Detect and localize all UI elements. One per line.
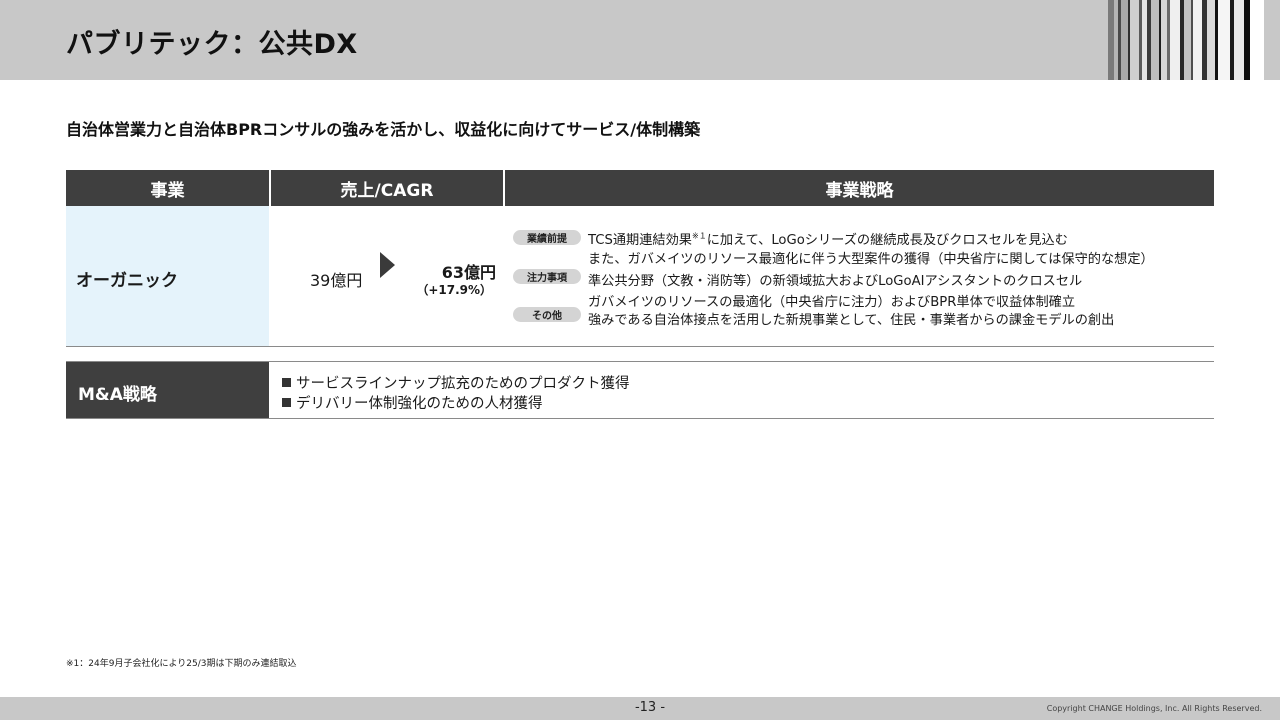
table-header-sales: 売上/CAGR	[271, 170, 503, 206]
barcode-decoration	[1108, 0, 1280, 80]
sales-cagr: （+17.9%）	[416, 283, 492, 297]
strategy-line-text: TCS通期連結効果	[588, 233, 692, 248]
page-header: パブリテック：公共DX	[0, 0, 1280, 80]
strategy-line: 準公共分野（文教・消防等）の新領域拡大およびLoGoAIアシスタントのクロスセル	[588, 274, 1083, 289]
strategy-line: ガバメイツのリソースの最適化（中央省庁に注力）およびBPR単体で収益体制確立	[588, 295, 1076, 310]
strategy-line: TCS通期連結効果※１に加えて、LoGoシリーズの継続成長及びクロスセルを見込む	[588, 229, 1068, 248]
square-bullet-icon	[282, 378, 291, 387]
tag-performance-premise: 業績前提	[513, 230, 581, 245]
footnote: ※1：24年9月子会社化により25/3期は下期のみ連結取込	[66, 659, 297, 669]
arrow-right-icon	[380, 252, 395, 278]
footnote-ref: ※１	[692, 231, 707, 241]
ma-label: M&A戦略	[78, 385, 157, 405]
strategy-line-text: に加えて、LoGoシリーズの継続成長及びクロスセルを見込む	[706, 233, 1068, 248]
strategy-line: 強みである自治体接点を活用した新規事業として、住民・事業者からの課金モデルの創出	[588, 313, 1115, 328]
sales-current: 39億円	[310, 271, 363, 290]
list-item: デリバリー体制強化のための人材獲得	[282, 392, 543, 413]
list-item: サービスラインナップ拡充のためのプロダクト獲得	[282, 372, 630, 393]
copyright: Copyright CHANGE Holdings, Inc. All Righ…	[1046, 704, 1262, 713]
organic-label: オーガニック	[76, 271, 178, 291]
ma-item-text: サービスラインナップ拡充のためのプロダクト獲得	[296, 376, 630, 392]
table-header-strategy: 事業戦略	[505, 170, 1214, 206]
divider	[66, 346, 1214, 347]
slide-subtitle: 自治体営業力と自治体BPRコンサルの強みを活かし、収益化に向けてサービス/体制構…	[66, 120, 701, 139]
square-bullet-icon	[282, 398, 291, 407]
ma-item-text: デリバリー体制強化のための人材獲得	[296, 396, 543, 412]
page-title: パブリテック：公共DX	[66, 29, 358, 60]
strategy-line: また、ガバメイツのリソース最適化に伴う大型案件の獲得（中央省庁に関しては保守的な…	[588, 252, 1154, 267]
divider	[66, 418, 1214, 419]
table-header-business: 事業	[66, 170, 269, 206]
sales-target: 63億円	[441, 263, 496, 282]
tag-other: その他	[513, 307, 581, 322]
tag-focus-items: 注力事項	[513, 269, 581, 284]
